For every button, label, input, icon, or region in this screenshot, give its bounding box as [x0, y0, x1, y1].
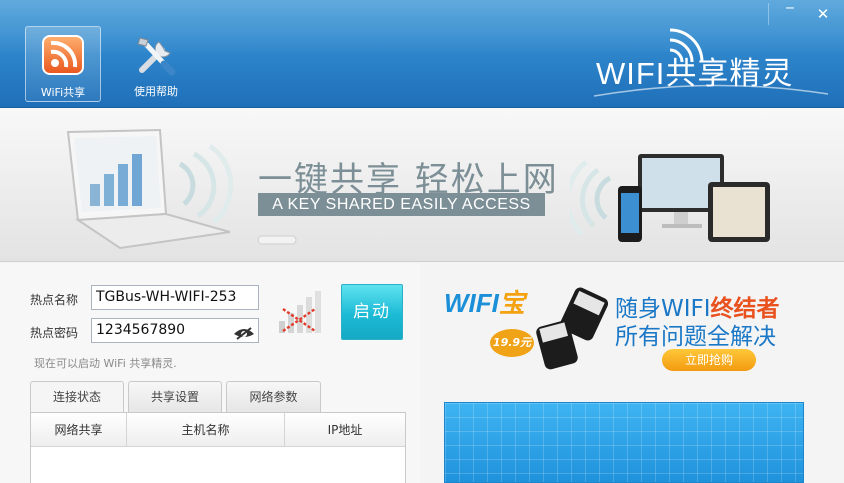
table-header: 网络共享 主机名称 IP地址 [31, 413, 405, 447]
password-label: 热点密码 [30, 326, 79, 340]
ad-logo: WIFI宝 [444, 283, 525, 320]
hide-password-icon[interactable] [233, 326, 255, 340]
price-badge: 19.9元 [490, 329, 534, 357]
column-host-name[interactable]: 主机名称 [127, 413, 285, 447]
ad-logo-main: WIFI [444, 288, 499, 318]
devices-illustration [570, 154, 770, 242]
ssid-input[interactable]: TGBus-WH-WIFI-253 [91, 285, 259, 310]
window-controls-divider [768, 3, 769, 25]
connected-devices-table: 网络共享 主机名称 IP地址 [30, 412, 406, 483]
traffic-graph-area [444, 402, 804, 483]
tab-share-settings[interactable]: 共享设置 [128, 381, 222, 412]
ad-subheadline: 所有问题全解决 [615, 324, 776, 350]
tools-icon [137, 37, 176, 76]
column-network-share[interactable]: 网络共享 [31, 413, 127, 447]
close-button[interactable]: ✕ [812, 3, 834, 25]
signal-disconnected-icon [279, 291, 321, 333]
hotspot-config-panel: 热点名称 TGBus-WH-WIFI-253 热点密码 1234567890 启… [0, 263, 420, 483]
wifi-share-tool-button[interactable]: WiFi共享 [25, 26, 101, 102]
rss-share-icon [42, 35, 84, 75]
brand-title: WIFI共享精灵 [596, 56, 794, 91]
wifi-dongle-ad[interactable]: WIFI宝 19.9元 随身WIFI终结者 所有问题全解决 立即抢购 [440, 275, 820, 385]
help-tool-button[interactable]: 使用帮助 [118, 26, 194, 102]
ad-logo-accent: 宝 [498, 288, 525, 318]
status-message: 现在可以启动 WiFi 共享精灵. [34, 357, 177, 370]
promo-banner: 一键共享 轻松上网 A KEY SHARED EASILY ACCESS [0, 108, 844, 262]
help-tool-label: 使用帮助 [134, 85, 178, 98]
banner-subtitle: A KEY SHARED EASILY ACCESS [258, 193, 545, 216]
title-bar: WiFi共享 使用帮助 ‾ ✕ WIFI共享精灵 [0, 0, 844, 108]
tab-connection-status[interactable]: 连接状态 [30, 381, 124, 413]
wifi-share-tool-label: WiFi共享 [40, 86, 86, 99]
column-ip-address[interactable]: IP地址 [285, 413, 405, 447]
usb-dongle-icon [536, 287, 609, 370]
ssid-label: 热点名称 [30, 293, 79, 307]
minimize-button[interactable]: ‾ [779, 3, 801, 25]
buy-now-button[interactable]: 立即抢购 [662, 349, 756, 371]
tab-network-params[interactable]: 网络参数 [226, 381, 321, 412]
start-button[interactable]: 启动 [341, 284, 403, 340]
